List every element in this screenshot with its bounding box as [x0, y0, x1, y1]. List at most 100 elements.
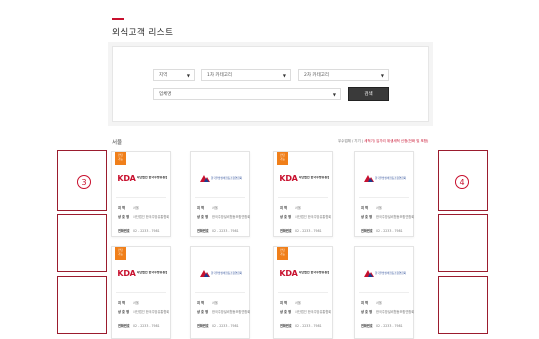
kda-logo: KDA사단법인 한국주방유통협회	[278, 170, 330, 186]
card-name-row: 상 호 명 사단법인 한국주방유통협회	[280, 309, 331, 314]
annotation-box	[57, 276, 107, 334]
card-divider	[116, 197, 166, 198]
phone-value: 02 - 2233 - 7981	[133, 229, 160, 233]
kda-logo-text: KDA	[279, 268, 298, 278]
company-search-select[interactable]: 업체명 ▼	[153, 88, 341, 100]
phone-value: 02 - 2233 - 7981	[212, 324, 239, 328]
kda-logo-text: KDA	[117, 173, 136, 183]
association-logo: 한국주방설비협동조합연합회	[195, 265, 247, 281]
logo-org-text: 한국주방설비협동조합연합회	[210, 177, 243, 180]
logo-org-text: 한국주방설비협동조합연합회	[374, 272, 407, 275]
annotation-box	[438, 214, 488, 272]
phone-label: 전화번호	[118, 324, 130, 328]
title-accent-line	[112, 18, 124, 20]
phone-value: 02 - 2233 - 7981	[212, 229, 239, 233]
region-select[interactable]: 지역 ▼	[153, 69, 195, 81]
category2-select[interactable]: 2차 카테고리 ▼	[298, 69, 389, 81]
company-card[interactable]: 한국주방설비협동조합연합회 지 역 서울 상 호 명 한국주방설비협동조합연합회 전화번호…	[354, 151, 414, 237]
company-search-value: 업체명	[159, 92, 172, 97]
name-label: 상 호 명	[361, 215, 373, 219]
area-value: 서울	[133, 301, 139, 305]
logo-org-text: 사단법인 한국주방유통협회	[136, 176, 167, 180]
region-section-label: 서울	[112, 140, 123, 146]
card-name-row: 상 호 명 사단법인 한국주방유통협회	[280, 214, 331, 219]
name-value: 사단법인 한국주방유통협회	[295, 310, 332, 314]
annotation-number-badge: 3	[77, 175, 91, 189]
card-phone-row: 전화번호 02 - 2233 - 7981	[361, 323, 403, 328]
status-ribbon: 전담 가능	[277, 152, 288, 165]
name-value: 사단법인 한국주방유통협회	[133, 215, 170, 219]
card-name-row: 상 호 명 사단법인 한국주방유통협회	[118, 309, 169, 314]
chevron-down-icon: ▼	[380, 73, 384, 78]
card-area-row: 지 역 서울	[118, 300, 139, 305]
status-ribbon: 전담 가능	[115, 247, 126, 260]
area-value: 서울	[212, 206, 218, 210]
area-value: 서울	[133, 206, 139, 210]
legend-highlight: 세척기/ 입가리 위생세척 신청(전화 및 포함)	[364, 139, 429, 143]
card-name-row: 상 호 명 한국주방설비협동조합연합회	[197, 214, 250, 219]
phone-label: 전화번호	[197, 324, 209, 328]
category2-select-value: 2차 카테고리	[304, 73, 329, 78]
phone-value: 02 - 2233 - 7981	[133, 324, 160, 328]
search-button[interactable]: 검색	[348, 87, 389, 101]
company-card[interactable]: 한국주방설비협동조합연합회 지 역 서울 상 호 명 한국주방설비협동조합연합회 전화번호…	[190, 246, 250, 339]
category1-select[interactable]: 1차 카테고리 ▼	[201, 69, 291, 81]
card-area-row: 지 역 서울	[197, 205, 218, 210]
card-phone-row: 전화번호 02 - 2233 - 7981	[280, 323, 322, 328]
card-area-row: 지 역 서울	[361, 300, 382, 305]
association-logo: 한국주방설비협동조합연합회	[359, 265, 411, 281]
phone-value: 02 - 2233 - 7981	[376, 229, 403, 233]
card-phone-row: 전화번호 02 - 2233 - 7981	[118, 323, 160, 328]
company-card[interactable]: 전담 가능KDA사단법인 한국주방유통협회지 역서울상 호 명사단법인 한국주방…	[111, 151, 171, 237]
chevron-down-icon: ▼	[186, 73, 190, 78]
area-label: 지 역	[280, 206, 287, 210]
company-card[interactable]: 전담 가능 KDA사단법인 한국주방유통협회지 역서울상 호 명사단법인 한국주방…	[273, 151, 333, 237]
area-label: 지 역	[197, 206, 204, 210]
category1-select-value: 1차 카테고리	[207, 73, 232, 78]
logo-org-text: 사단법인 한국주방유통협회	[298, 271, 329, 275]
status-ribbon: 전담 가능	[277, 247, 288, 260]
legend-note: 우수업체 / 기기 | 세척기/ 입가리 위생세척 신청(전화 및 포함)	[338, 139, 428, 144]
association-logo: 한국주방설비협동조합연합회	[359, 170, 411, 186]
name-label: 상 호 명	[118, 215, 130, 219]
card-phone-row: 전화번호 02 - 2233 - 7981	[361, 228, 403, 233]
phone-label: 전화번호	[280, 229, 292, 233]
name-label: 상 호 명	[361, 310, 373, 314]
company-card[interactable]: 전담 가능KDA사단법인 한국주방유통협회지 역서울상 호 명사단법인 한국주방…	[273, 246, 333, 339]
card-name-row: 상 호 명 한국주방설비협동조합연합회	[361, 214, 414, 219]
kda-logo: KDA사단법인 한국주방유통협회	[116, 265, 168, 281]
card-area-row: 지 역 서울	[197, 300, 218, 305]
company-card[interactable]: 전담 가능 KDA사단법인 한국주방유통협회지 역 서울상 호 명사단법인 한국주방…	[111, 246, 171, 339]
logo-org-text: 사단법인 한국주방유통협회	[298, 176, 329, 180]
area-label: 지 역	[361, 301, 368, 305]
card-divider	[359, 292, 409, 293]
association-logo: 한국주방설비협동조합연합회	[195, 170, 247, 186]
page-title: 외식고객 리스트	[112, 28, 174, 38]
card-phone-row: 전화번호 02 - 2233 - 7981	[280, 228, 322, 233]
name-label: 상 호 명	[197, 215, 209, 219]
kda-logo-text: KDA	[279, 173, 298, 183]
area-label: 지 역	[197, 301, 204, 305]
name-value: 한국주방설비협동조합연합회	[212, 310, 251, 314]
company-card[interactable]: 한국주방설비협동조합연합회지 역 서울상 호 명 한국주방설비협동조합연합회전화번호…	[190, 151, 250, 237]
card-area-row: 지 역 서울	[280, 300, 301, 305]
name-value: 한국주방설비협동조합연합회	[376, 310, 415, 314]
card-name-row: 상 호 명 한국주방설비협동조합연합회	[197, 309, 250, 314]
card-divider	[278, 292, 328, 293]
name-value: 사단법인 한국주방유통협회	[133, 310, 170, 314]
company-card[interactable]: 한국주방설비협동조합연합회 지 역 서울 상 호 명 한국주방설비협동조합연합회 전화번호…	[354, 246, 414, 339]
phone-label: 전화번호	[361, 324, 373, 328]
annotation-box	[57, 214, 107, 272]
logo-org-text: 한국주방설비협동조합연합회	[210, 272, 243, 275]
card-divider	[195, 197, 245, 198]
card-area-row: 지 역 서울	[280, 205, 301, 210]
card-area-row: 지 역 서울	[118, 205, 139, 210]
area-label: 지 역	[118, 301, 125, 305]
phone-label: 전화번호	[280, 324, 292, 328]
area-label: 지 역	[361, 206, 368, 210]
annotation-box	[438, 276, 488, 334]
card-phone-row: 전화번호 02 - 2233 - 7981	[197, 228, 239, 233]
region-select-value: 지역	[159, 73, 168, 78]
card-name-row: 상 호 명 사단법인 한국주방유통협회	[118, 214, 169, 219]
phone-value: 02 - 2233 - 7981	[295, 324, 322, 328]
